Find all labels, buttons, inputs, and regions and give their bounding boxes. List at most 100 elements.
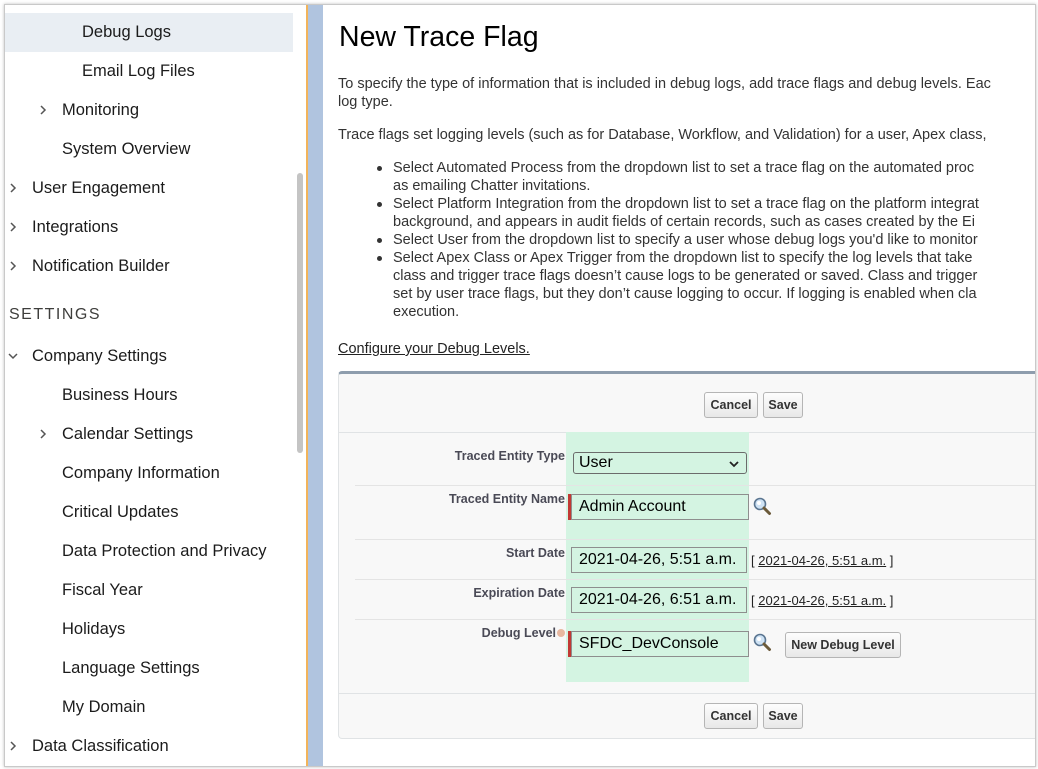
main-content: New Trace Flag To specify the type of in… <box>323 5 1035 766</box>
sidebar-item-holidays[interactable]: Holidays <box>5 610 293 649</box>
bullet-icon <box>377 202 382 207</box>
expiration-date-label: Expiration Date <box>473 586 565 600</box>
sidebar-item-monitoring[interactable]: Monitoring <box>5 91 293 130</box>
instruction-text: as emailing Chatter invitations. <box>393 178 591 194</box>
sidebar-item-label: Language Settings <box>62 659 200 677</box>
sidebar-item-business-hours[interactable]: Business Hours <box>5 376 293 415</box>
start-date-input[interactable]: 2021-04-26, 5:51 a.m. <box>571 547 747 573</box>
form-footer-divider <box>339 693 1035 694</box>
sidebar-item-integrations[interactable]: Integrations <box>5 208 293 247</box>
sidebar-item-data-classification[interactable]: Data Classification <box>5 727 293 766</box>
bracket: [ <box>751 593 755 608</box>
intro-text-line-2: log type. <box>338 94 393 110</box>
instruction-text: Select User from the dropdown list to sp… <box>393 232 978 248</box>
instruction-list-line: background, and appears in audit fields … <box>393 213 1035 231</box>
new-debug-level-button[interactable]: New Debug Level <box>785 632 901 658</box>
row-divider <box>355 579 1035 580</box>
bracket: ] <box>889 553 894 568</box>
intro-text-line-1: To specify the type of information that … <box>338 76 991 92</box>
sidebar-item-label: System Overview <box>62 140 191 158</box>
start-date-label: Start Date <box>505 546 565 560</box>
cancel-button-bottom[interactable]: Cancel <box>704 703 758 729</box>
sidebar-item-critical-updates[interactable]: Critical Updates <box>5 493 293 532</box>
sidebar-item-language-settings[interactable]: Language Settings <box>5 649 293 688</box>
traced-entity-name-input[interactable]: Admin Account <box>571 494 749 520</box>
setup-sidebar: Debug Logs Email Log Files Monitoring Syste… <box>5 5 293 766</box>
chevron-down-icon <box>729 461 739 468</box>
instruction-list-line: execution. <box>393 303 1035 321</box>
chevron-down-icon[interactable] <box>5 348 21 364</box>
sidebar-item-label: Email Log Files <box>82 62 195 80</box>
configure-debug-levels-link[interactable]: Configure your Debug Levels. <box>338 341 530 357</box>
chevron-right-icon[interactable] <box>5 258 21 274</box>
row-divider <box>355 485 1035 486</box>
instruction-list-line: Select Platform Integration from the dro… <box>377 195 1035 213</box>
sidebar-item-company-information[interactable]: Company Information <box>5 454 293 493</box>
content-side-bar <box>308 5 323 766</box>
bracket: ] <box>889 593 894 608</box>
sidebar-item-calendar-settings[interactable]: Calendar Settings <box>5 415 293 454</box>
sidebar-scroll-thumb[interactable] <box>297 173 303 453</box>
expiration-date-now-link[interactable]: 2021-04-26, 5:51 a.m. <box>758 593 886 608</box>
debug-level-input[interactable]: SFDC_DevConsole <box>571 631 749 657</box>
traced-entity-type-value: User <box>579 454 613 471</box>
instruction-list-line: Select User from the dropdown list to sp… <box>377 231 1035 249</box>
save-button-top[interactable]: Save <box>763 392 803 418</box>
instruction-list-line: Select Apex Class or Apex Trigger from t… <box>377 249 1035 267</box>
instruction-text: set by user trace flags, but they don’t … <box>393 286 977 302</box>
instruction-list-line: set by user trace flags, but they don’t … <box>393 285 1035 303</box>
traced-entity-name-label: Traced Entity Name <box>448 492 565 506</box>
sidebar-item-data-protection-and-privacy[interactable]: Data Protection and Privacy <box>5 532 293 571</box>
row-divider <box>355 619 1035 620</box>
sidebar-item-label: Critical Updates <box>62 503 179 521</box>
expiration-date-shortcut: [ 2021-04-26, 5:51 a.m. ] <box>751 593 893 608</box>
sidebar-item-label: My Domain <box>62 698 146 716</box>
sidebar-item-fiscal-year[interactable]: Fiscal Year <box>5 571 293 610</box>
sidebar-item-email-log-files[interactable]: Email Log Files <box>5 52 293 91</box>
row-divider <box>355 539 1035 540</box>
sidebar-item-label: Integrations <box>32 218 119 236</box>
sidebar-item-label: Debug Logs <box>82 23 171 41</box>
chevron-right-icon[interactable] <box>5 180 21 196</box>
bullet-icon <box>377 166 382 171</box>
lookup-icon[interactable] <box>752 632 772 652</box>
sidebar-item-label: Company Settings <box>32 347 167 365</box>
lookup-icon[interactable] <box>752 496 772 516</box>
chevron-right-icon[interactable] <box>5 738 21 754</box>
sidebar-item-label: Monitoring <box>62 101 140 119</box>
cancel-button-top[interactable]: Cancel <box>704 392 758 418</box>
bracket: [ <box>751 553 755 568</box>
debug-level-label-wrap: Debug Level <box>482 626 565 640</box>
trace-flag-description: Trace flags set logging levels (such as … <box>338 127 987 143</box>
start-date-now-link[interactable]: 2021-04-26, 5:51 a.m. <box>758 553 886 568</box>
traced-entity-type-select[interactable]: User <box>573 452 747 474</box>
sidebar-item-user-engagement[interactable]: User Engagement <box>5 169 293 208</box>
sidebar-item-company-settings[interactable]: Company Settings <box>5 337 293 376</box>
sidebar-item-label: Business Hours <box>62 386 178 404</box>
start-date-shortcut: [ 2021-04-26, 5:51 a.m. ] <box>751 553 893 568</box>
sidebar-item-debug-logs[interactable]: Debug Logs <box>5 13 293 52</box>
chevron-right-icon[interactable] <box>35 426 51 442</box>
sidebar-item-label: User Engagement <box>32 179 165 197</box>
instruction-text: execution. <box>393 304 460 320</box>
instruction-list-line: class and trigger trace flags doesn’t ca… <box>393 267 1035 285</box>
sidebar-item-notification-builder[interactable]: Notification Builder <box>5 247 293 286</box>
chevron-right-icon[interactable] <box>5 219 21 235</box>
instruction-text: Select Platform Integration from the dro… <box>393 196 979 212</box>
save-button-bottom[interactable]: Save <box>763 703 803 729</box>
traced-entity-type-label: Traced Entity Type <box>454 449 565 463</box>
sidebar-item-my-domain[interactable]: My Domain <box>5 688 293 727</box>
instruction-text: class and trigger trace flags doesn’t ca… <box>393 268 978 284</box>
instruction-text: Select Apex Class or Apex Trigger from t… <box>393 250 973 266</box>
trace-flag-form: Cancel Save Traced Entity Type User Trac… <box>338 371 1035 739</box>
sidebar-item-system-overview[interactable]: System Overview <box>5 130 293 169</box>
help-icon[interactable] <box>557 628 565 637</box>
instruction-list-line: Select Automated Process from the dropdo… <box>377 159 1035 177</box>
instruction-text: background, and appears in audit fields … <box>393 214 975 230</box>
chevron-right-icon[interactable] <box>35 102 51 118</box>
sidebar-item-label: Notification Builder <box>32 257 170 275</box>
bullet-icon <box>377 256 382 261</box>
instruction-list: Select Automated Process from the dropdo… <box>377 159 1035 321</box>
app-window: Debug Logs Email Log Files Monitoring Syste… <box>4 4 1036 767</box>
expiration-date-input[interactable]: 2021-04-26, 6:51 a.m. <box>571 587 747 613</box>
